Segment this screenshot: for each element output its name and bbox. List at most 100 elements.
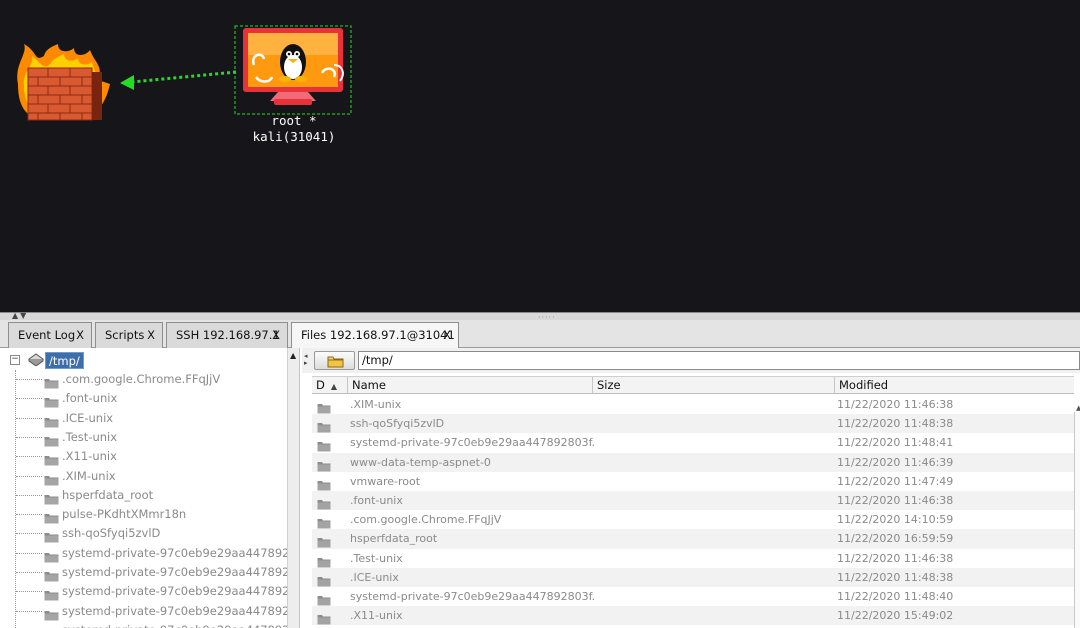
table-row[interactable]: .com.google.Chrome.FFqJjV 11/22/2020 14:1…	[312, 510, 1074, 529]
tree-guide-line	[16, 379, 42, 380]
splitter-arrows-icon[interactable]: ▲▼	[12, 311, 28, 320]
tab-close-icon[interactable]: X	[76, 323, 84, 347]
scroll-up-icon[interactable]: ▲	[290, 351, 296, 360]
tree-item-label: .XIM-unix	[62, 468, 116, 483]
tree-item-label: ssh-qoSfyqi5zvlD	[62, 526, 161, 541]
tree-root-label[interactable]: /tmp/	[45, 352, 84, 369]
folder-up-button[interactable]	[314, 351, 355, 370]
file-modified: 11/22/2020 11:48:40	[837, 590, 954, 603]
tree-item[interactable]: pulse-PKdhtXMmr18n	[16, 505, 299, 524]
tree-item[interactable]: .ICE-unix	[16, 409, 299, 428]
tree-item-label-clip: ssh-qoSfyqi5zvlD	[62, 524, 288, 543]
table-row[interactable]: .X11-unix 11/22/2020 15:49:02	[312, 606, 1074, 628]
column-header-modified[interactable]: Modified	[834, 377, 1074, 394]
scroll-up-icon[interactable]: ▲	[1076, 404, 1080, 412]
table-row[interactable]: systemd-private-97c0eb9e29aa447892803f..…	[312, 587, 1074, 606]
file-name: .XIM-unix	[350, 398, 402, 411]
panel-collapse-icon[interactable]: ◂ ▸	[304, 353, 308, 367]
file-modified: 11/22/2020 11:48:38	[837, 417, 954, 431]
tree-guide-line	[16, 572, 42, 573]
tree-item[interactable]: systemd-private-97c0eb9e29aa447892803	[16, 582, 299, 601]
tree-item[interactable]: systemd-private-97c0eb9e29aa447892803	[16, 602, 299, 621]
folder-icon	[317, 610, 331, 628]
table-row[interactable]: vmware-root 11/22/2020 11:47:49	[312, 472, 1074, 491]
tree-item-label: .com.google.Chrome.FFqJjV	[62, 372, 221, 386]
tree-item-label-clip: systemd-private-97c0eb9e29aa447892803	[62, 544, 288, 563]
table-scrollbar[interactable]: ▲	[1074, 404, 1080, 628]
tree-guide-line	[16, 494, 42, 496]
tab-label: Event Log	[18, 328, 76, 342]
column-header-name[interactable]: Name	[347, 377, 592, 394]
host-user-label: root *	[271, 113, 317, 128]
tab-close-icon[interactable]: X	[272, 323, 280, 347]
table-row[interactable]: www-data-temp-aspnet-0 11/22/2020 11:46:3…	[312, 452, 1074, 472]
tree-item-label: .font-unix	[62, 391, 118, 406]
tab-ssh[interactable]: SSH 192.168.97.1 X	[166, 322, 288, 348]
tab-event-log[interactable]: Event Log X	[8, 322, 92, 348]
tab-files[interactable]: Files 192.168.97.1@31041 X	[291, 322, 459, 349]
tree-item-label: .Test-unix	[62, 429, 118, 444]
tab-label: Files 192.168.97.1@31041	[301, 328, 455, 342]
tab-label: SSH 192.168.97.1	[176, 328, 280, 342]
tree-scrollbar[interactable]: ▲	[287, 348, 299, 628]
table-row[interactable]: .ICE-unix 11/22/2020 11:48:38	[312, 567, 1074, 587]
pivot-graph[interactable]: root * kali(31041)	[0, 0, 1080, 312]
tree-item[interactable]: .com.google.Chrome.FFqJjV	[16, 370, 299, 389]
compromised-host-node[interactable]	[234, 25, 352, 115]
table-row[interactable]: .font-unix 11/22/2020 11:46:38	[312, 491, 1074, 511]
directory-tree[interactable]: − /tmp/ .com.google.Chrome.FFqJjV .font-u…	[0, 348, 300, 628]
tree-item-label: systemd-private-97c0eb9e29aa447892803	[62, 584, 288, 599]
table-row[interactable]: systemd-private-97c0eb9e29aa447892803f..…	[312, 433, 1074, 452]
file-name: systemd-private-97c0eb9e29aa447892803f..…	[350, 436, 595, 450]
tree-item-label: hsperfdata_root	[62, 487, 154, 502]
file-name: hsperfdata_root	[350, 532, 438, 546]
file-name: www-data-temp-aspnet-0	[350, 455, 491, 469]
file-name: .com.google.Chrome.FFqJjV	[350, 513, 502, 527]
tree-item-label-clip: .X11-unix	[62, 447, 288, 466]
column-header-size[interactable]: Size	[592, 377, 834, 394]
sort-asc-icon: ▲	[330, 382, 338, 391]
file-name: ssh-qoSfyqi5zvlD	[350, 417, 445, 431]
pivot-link	[131, 70, 237, 84]
tree-item-label-clip: .font-unix	[62, 389, 288, 408]
file-modified: 11/22/2020 11:47:49	[837, 474, 954, 488]
tab-close-icon[interactable]: X	[443, 323, 451, 347]
panel-splitter[interactable]: ▲▼ ·····	[0, 311, 1080, 322]
table-row[interactable]: hsperfdata_root 11/22/2020 16:59:59	[312, 529, 1074, 549]
tree-item[interactable]: systemd-private-97c0eb9e29aa447892803	[16, 563, 299, 582]
file-name: .ICE-unix	[350, 570, 399, 584]
collapse-toggle-icon[interactable]: −	[10, 355, 20, 365]
tab-close-icon[interactable]: X	[147, 323, 155, 347]
column-header-d[interactable]: D ▲	[312, 377, 347, 394]
tree-item-label: .X11-unix	[62, 449, 117, 464]
tree-item-label-clip: .ICE-unix	[62, 409, 288, 428]
tree-item[interactable]: ssh-qoSfyqi5zvlD	[16, 524, 299, 543]
tree-item-label-clip: systemd-private-97c0eb9e29aa447892803	[62, 582, 288, 601]
tree-guide-line	[16, 398, 42, 400]
file-modified: 11/22/2020 14:10:59	[837, 513, 954, 527]
tree-item[interactable]: .X11-unix	[16, 447, 299, 466]
graph-links	[120, 70, 237, 90]
tree-item[interactable]: .Test-unix	[16, 428, 299, 447]
file-modified: 11/22/2020 11:46:38	[837, 494, 954, 507]
tree-item-label: systemd-private-97c0eb9e29aa447892803	[62, 603, 288, 618]
table-row[interactable]: .Test-unix 11/22/2020 11:46:38	[312, 549, 1074, 568]
file-table[interactable]: D ▲ Name Size Modified .XIM-unix 11/22/202…	[312, 376, 1080, 628]
table-row[interactable]: ssh-qoSfyqi5zvlD 11/22/2020 11:48:38	[312, 414, 1074, 434]
tree-item[interactable]: systemd-private-97c0eb9e29aa447892803	[16, 621, 299, 628]
file-name: .Test-unix	[350, 551, 403, 565]
tree-item[interactable]: .XIM-unix	[16, 467, 299, 486]
tab-scripts[interactable]: Scripts X	[95, 322, 163, 348]
path-input[interactable]: /tmp/	[358, 351, 1080, 370]
tree-item-label-clip: systemd-private-97c0eb9e29aa447892803	[62, 563, 288, 582]
tree-item-label: .ICE-unix	[62, 410, 114, 425]
tree-guide-line	[16, 610, 42, 612]
table-row[interactable]: .XIM-unix 11/22/2020 11:46:38	[312, 395, 1074, 414]
file-modified: 11/22/2020 11:48:38	[837, 570, 954, 584]
tree-item[interactable]: systemd-private-97c0eb9e29aa447892803	[16, 544, 299, 563]
tree-item-label-clip: hsperfdata_root	[62, 486, 288, 505]
file-name: vmware-root	[350, 474, 421, 488]
tree-item[interactable]: .font-unix	[16, 389, 299, 408]
firewall-icon[interactable]	[14, 44, 120, 124]
tree-item[interactable]: hsperfdata_root	[16, 486, 299, 505]
